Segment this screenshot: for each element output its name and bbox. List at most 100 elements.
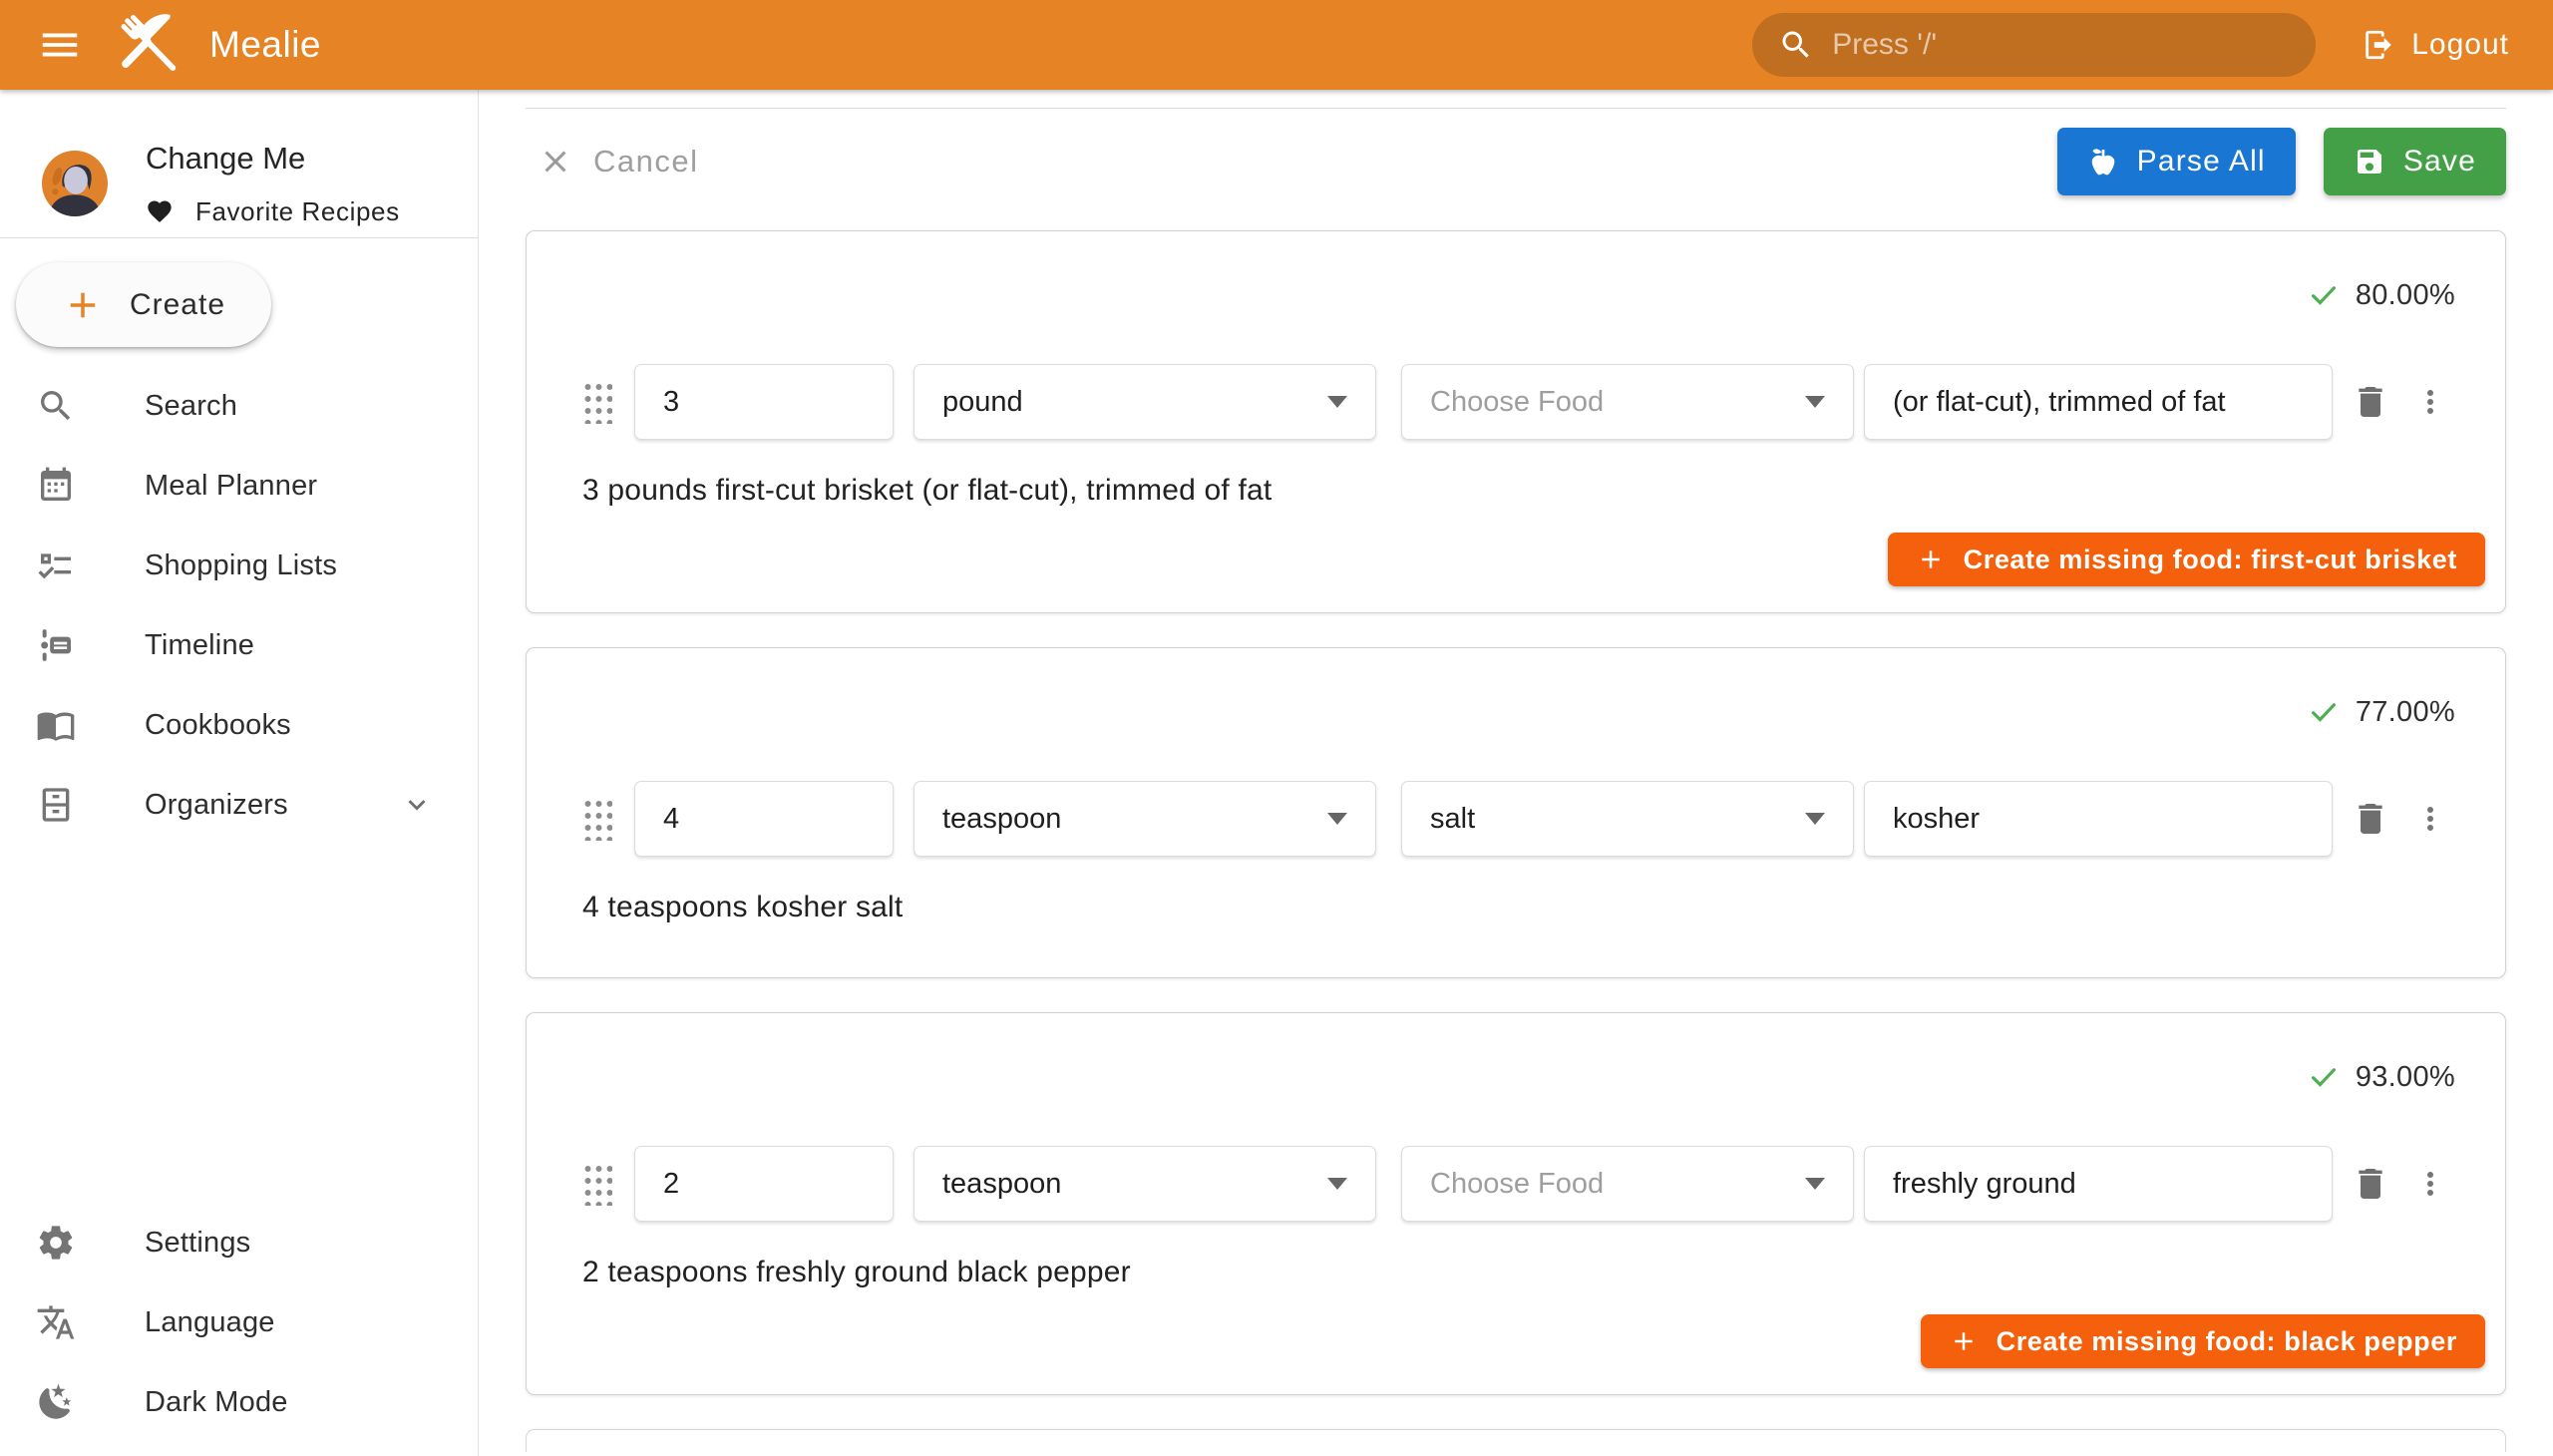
- moon-icon: [36, 1382, 76, 1422]
- checklist-icon: [36, 546, 76, 585]
- quantity-input[interactable]: [634, 364, 894, 440]
- parse-all-label: Parse All: [2137, 145, 2266, 179]
- note-input[interactable]: [1864, 364, 2333, 440]
- sidebar-item-settings[interactable]: Settings: [0, 1203, 478, 1282]
- plus-icon: [62, 284, 104, 326]
- quantity-input[interactable]: [634, 781, 894, 857]
- quantity-input[interactable]: [634, 1146, 894, 1222]
- cancel-label: Cancel: [593, 144, 699, 180]
- food-select[interactable]: Choose Food: [1401, 1146, 1854, 1222]
- app-title: Mealie: [209, 24, 321, 66]
- save-button[interactable]: Save: [2324, 128, 2506, 195]
- caret-down-icon: [1327, 813, 1347, 825]
- kebab-icon: [2412, 1166, 2448, 1202]
- confidence-value: 77.00%: [2356, 696, 2455, 729]
- create-missing-food-button[interactable]: Create missing food: first-cut brisket: [1888, 533, 2485, 586]
- food-select[interactable]: salt: [1401, 781, 1854, 857]
- sidebar-item-cookbooks[interactable]: Cookbooks: [0, 685, 478, 765]
- logout-icon: [2362, 28, 2395, 62]
- save-icon: [2354, 146, 2385, 178]
- ingredient-card: 93.00% teaspoon Choose Food 2 teaspoons …: [526, 1012, 2506, 1395]
- chevron-down-icon: [400, 788, 434, 822]
- save-label: Save: [2403, 145, 2476, 179]
- drag-handle[interactable]: [582, 797, 612, 841]
- ingredient-fields-row: teaspoon salt: [582, 781, 2455, 857]
- favorites-label: Favorite Recipes: [195, 196, 400, 227]
- parser-toolbar: Cancel Parse All Save: [526, 128, 2506, 195]
- kebab-icon: [2412, 801, 2448, 837]
- sidebar-item-dark-mode[interactable]: Dark Mode: [0, 1362, 478, 1442]
- apple-icon: [2087, 146, 2119, 178]
- create-missing-food-label: Create missing food: first-cut brisket: [1964, 545, 2457, 575]
- sidebar-nav: Search Meal Planner Shopping Lists Timel…: [0, 347, 478, 845]
- check-icon: [2308, 1061, 2340, 1093]
- original-ingredient-text: 2 teaspoons freshly ground black pepper: [582, 1253, 2455, 1292]
- menu-button[interactable]: [30, 15, 90, 75]
- drag-handle[interactable]: [582, 1162, 612, 1206]
- sidebar-item-label: Dark Mode: [145, 1386, 288, 1419]
- parse-all-button[interactable]: Parse All: [2057, 128, 2296, 195]
- caret-down-icon: [1805, 813, 1825, 825]
- note-input[interactable]: [1864, 1146, 2333, 1222]
- sidebar-item-label: Timeline: [145, 629, 254, 662]
- sidebar-item-search[interactable]: Search: [0, 366, 478, 446]
- sidebar-item-language[interactable]: Language: [0, 1282, 478, 1362]
- food-select[interactable]: Choose Food: [1401, 364, 1854, 440]
- check-icon: [2308, 696, 2340, 728]
- more-menu-button[interactable]: [2408, 791, 2452, 847]
- delete-button[interactable]: [2349, 791, 2392, 847]
- sidebar-item-label: Meal Planner: [145, 470, 317, 503]
- unit-select[interactable]: teaspoon: [913, 781, 1376, 857]
- sidebar-item-timeline[interactable]: Timeline: [0, 605, 478, 685]
- trash-icon: [2351, 1164, 2390, 1204]
- book-open-icon: [36, 705, 76, 745]
- cancel-button[interactable]: Cancel: [526, 128, 711, 195]
- sidebar-item-label: Language: [145, 1306, 275, 1339]
- unit-select[interactable]: pound: [913, 364, 1376, 440]
- drag-handle[interactable]: [582, 380, 612, 424]
- sidebar-item-label: Search: [145, 390, 237, 423]
- create-missing-food-button[interactable]: Create missing food: black pepper: [1921, 1314, 2485, 1368]
- plus-icon: [1916, 545, 1946, 574]
- sidebar-item-shopping-lists[interactable]: Shopping Lists: [0, 526, 478, 605]
- main-content: Cancel Parse All Save 80.00% pound: [479, 90, 2553, 1456]
- create-label: Create: [130, 288, 225, 322]
- plus-icon: [1949, 1326, 1979, 1356]
- caret-down-icon: [1327, 396, 1347, 408]
- trash-icon: [2351, 799, 2390, 839]
- app-logo[interactable]: [114, 8, 187, 82]
- timeline-icon: [36, 625, 76, 665]
- trash-icon: [2351, 382, 2390, 422]
- sidebar: Change Me Favorite Recipes Create Search…: [0, 90, 479, 1456]
- sidebar-item-label: Organizers: [145, 789, 288, 822]
- original-ingredient-text: 4 teaspoons kosher salt: [582, 888, 2455, 927]
- sidebar-item-organizers[interactable]: Organizers: [0, 765, 478, 845]
- search-bar[interactable]: [1752, 13, 2316, 77]
- create-missing-food-label: Create missing food: black pepper: [1997, 1326, 2457, 1357]
- unit-select[interactable]: teaspoon: [913, 1146, 1376, 1222]
- confidence-row: 93.00%: [582, 1057, 2455, 1097]
- magnify-icon: [36, 386, 76, 426]
- user-section[interactable]: Change Me Favorite Recipes: [0, 90, 478, 237]
- ingredient-fields-row: pound Choose Food: [582, 364, 2455, 440]
- cog-icon: [36, 1223, 76, 1263]
- next-card-partial: [526, 1429, 2506, 1452]
- more-menu-button[interactable]: [2408, 374, 2452, 430]
- translate-icon: [36, 1302, 76, 1342]
- sidebar-item-meal-planner[interactable]: Meal Planner: [0, 446, 478, 526]
- create-button[interactable]: Create: [16, 262, 271, 347]
- delete-button[interactable]: [2349, 1156, 2392, 1212]
- user-name: Change Me: [146, 141, 400, 177]
- search-input[interactable]: [1832, 28, 2290, 62]
- avatar: [42, 151, 108, 216]
- delete-button[interactable]: [2349, 374, 2392, 430]
- sidebar-item-label: Settings: [145, 1227, 250, 1260]
- confidence-row: 77.00%: [582, 692, 2455, 732]
- more-menu-button[interactable]: [2408, 1156, 2452, 1212]
- content-top-divider: [526, 108, 2506, 109]
- favorites-link[interactable]: Favorite Recipes: [146, 196, 400, 227]
- search-icon: [1778, 27, 1814, 63]
- caret-down-icon: [1805, 396, 1825, 408]
- logout-button[interactable]: Logout: [2352, 13, 2519, 77]
- note-input[interactable]: [1864, 781, 2333, 857]
